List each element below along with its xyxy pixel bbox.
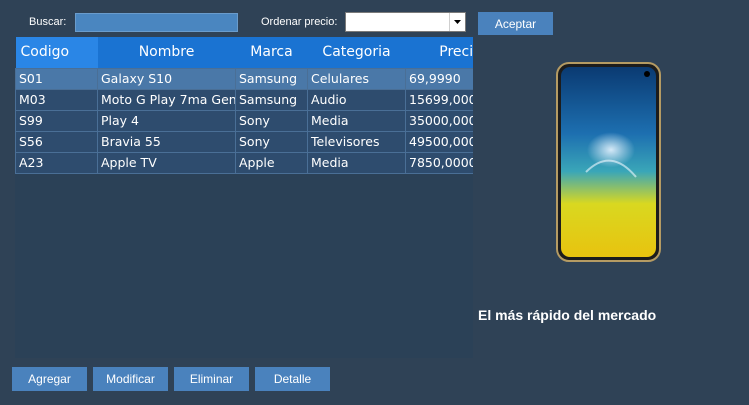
detail-button[interactable]: Detalle xyxy=(255,367,330,391)
column-header-categoria[interactable]: Categoria xyxy=(307,37,406,68)
cell-precio[interactable]: 15699,0000 xyxy=(405,88,473,111)
order-price-label: Ordenar precio: xyxy=(261,16,338,28)
cell-categoria[interactable]: Audio xyxy=(307,88,406,111)
cell-codigo[interactable]: S99 xyxy=(15,109,98,132)
cell-categoria[interactable]: Celulares xyxy=(307,67,406,90)
delete-button[interactable]: Eliminar xyxy=(174,367,249,391)
cell-nombre[interactable]: Moto G Play 7ma Gen xyxy=(97,88,236,111)
table-row[interactable]: S01 Galaxy S10 Samsung Celulares 69,9990 xyxy=(15,67,473,90)
product-tagline: El más rápido del mercado xyxy=(478,307,657,323)
search-label: Buscar: xyxy=(29,16,67,28)
search-input[interactable] xyxy=(75,13,238,32)
cell-nombre[interactable]: Bravia 55 xyxy=(97,130,236,153)
cell-precio[interactable]: 35000,0000 xyxy=(405,109,473,132)
cell-marca[interactable]: Samsung xyxy=(235,67,308,90)
edit-button[interactable]: Modificar xyxy=(93,367,168,391)
product-image xyxy=(556,62,661,262)
column-header-nombre[interactable]: Nombre xyxy=(97,37,236,68)
table-row[interactable]: M03 Moto G Play 7ma Gen Samsung Audio 15… xyxy=(15,88,473,111)
cell-nombre[interactable]: Galaxy S10 xyxy=(97,67,236,90)
cell-nombre[interactable]: Apple TV xyxy=(97,151,236,174)
cell-nombre[interactable]: Play 4 xyxy=(97,109,236,132)
cell-codigo[interactable]: A23 xyxy=(15,151,98,174)
cell-precio[interactable]: 69,9990 xyxy=(405,67,473,90)
order-price-select[interactable] xyxy=(345,12,466,32)
accept-button[interactable]: Aceptar xyxy=(478,12,553,35)
column-header-codigo[interactable]: Codigo xyxy=(15,37,98,68)
cell-codigo[interactable]: S01 xyxy=(15,67,98,90)
table-row[interactable]: S99 Play 4 Sony Media 35000,0000 xyxy=(15,109,473,132)
products-grid[interactable]: Codigo Nombre Marca Categoria Precio S01… xyxy=(15,37,473,358)
cell-precio[interactable]: 49500,0000 xyxy=(405,130,473,153)
table-row[interactable]: A23 Apple TV Apple Media 7850,0000 xyxy=(15,151,473,174)
cell-categoria[interactable]: Media xyxy=(307,151,406,174)
column-header-marca[interactable]: Marca xyxy=(235,37,308,68)
cell-precio[interactable]: 7850,0000 xyxy=(405,151,473,174)
cell-marca[interactable]: Sony xyxy=(235,130,308,153)
cell-codigo[interactable]: S56 xyxy=(15,130,98,153)
cell-marca[interactable]: Apple xyxy=(235,151,308,174)
column-header-precio[interactable]: Precio xyxy=(405,37,473,68)
cell-marca[interactable]: Samsung xyxy=(235,88,308,111)
table-row[interactable]: S56 Bravia 55 Sony Televisores 49500,000… xyxy=(15,130,473,153)
dropdown-arrow-icon[interactable] xyxy=(449,13,465,31)
cell-codigo[interactable]: M03 xyxy=(15,88,98,111)
cell-categoria[interactable]: Media xyxy=(307,109,406,132)
grid-header-row: Codigo Nombre Marca Categoria Precio xyxy=(15,37,473,68)
add-button[interactable]: Agregar xyxy=(12,367,87,391)
cell-categoria[interactable]: Televisores xyxy=(307,130,406,153)
cell-marca[interactable]: Sony xyxy=(235,109,308,132)
smartphone-image xyxy=(556,62,661,262)
